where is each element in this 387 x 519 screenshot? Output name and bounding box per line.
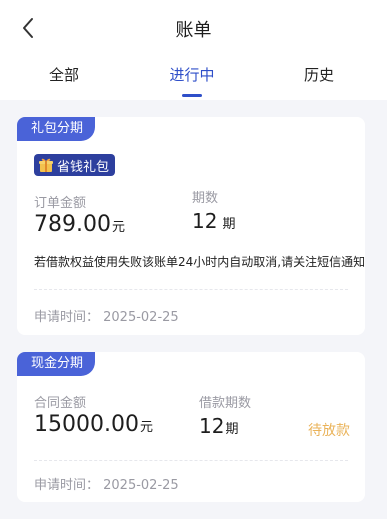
- amount-label: 订单金额: [34, 196, 87, 211]
- active-tab-indicator: [182, 94, 202, 97]
- cancellation-notice: 若借款权益使用失败该账单24小时内自动取消,请关注短信通知: [34, 255, 365, 269]
- tab-all[interactable]: 全部: [24, 64, 104, 85]
- page-title: 账单: [175, 20, 212, 41]
- divider: [34, 460, 348, 461]
- apply-time: 申请时间： 2025-02-25: [34, 478, 179, 493]
- amount-value: 789.00: [34, 212, 111, 237]
- apply-time: 申请时间： 2025-02-25: [34, 310, 179, 325]
- period-count: 12期: [199, 414, 238, 438]
- amount-value: 15000.00: [34, 412, 139, 437]
- period-value: 12: [192, 209, 218, 233]
- amount-unit: 元: [111, 220, 125, 235]
- tab-history[interactable]: 历史: [279, 64, 359, 85]
- bill-card[interactable]: 现金分期 合同金额 15000.00元 借款期数 12期 待放款 申请时间： 2…: [17, 352, 365, 502]
- amount-label: 合同金额: [34, 396, 87, 411]
- period-unit: 期: [222, 217, 236, 232]
- divider: [34, 289, 348, 290]
- bill-card[interactable]: 礼包分期 省钱礼包 订单金额 789.00元 期数 12 期 若借款权益使用失败该…: [17, 117, 365, 335]
- top-bar: 账单 全部 进行中 历史: [0, 0, 387, 100]
- tab-bar: 全部 进行中 历史: [0, 60, 387, 100]
- contract-amount: 15000.00元: [34, 412, 153, 437]
- period-label: 期数: [192, 191, 219, 206]
- installment-type-tag: 礼包分期: [17, 117, 96, 141]
- gift-icon: [38, 157, 54, 173]
- gift-package-badge: 省钱礼包: [34, 154, 116, 176]
- status-badge: 待放款: [308, 423, 350, 439]
- period-value: 12: [199, 414, 225, 438]
- badge-label: 省钱礼包: [57, 159, 110, 175]
- amount-unit: 元: [139, 420, 153, 435]
- tab-in-progress[interactable]: 进行中: [152, 64, 232, 85]
- period-unit: 期: [225, 422, 239, 437]
- period-label: 借款期数: [199, 396, 252, 411]
- period-count: 12 期: [192, 209, 235, 233]
- installment-type-tag: 现金分期: [17, 352, 96, 376]
- order-amount: 789.00元: [34, 212, 125, 237]
